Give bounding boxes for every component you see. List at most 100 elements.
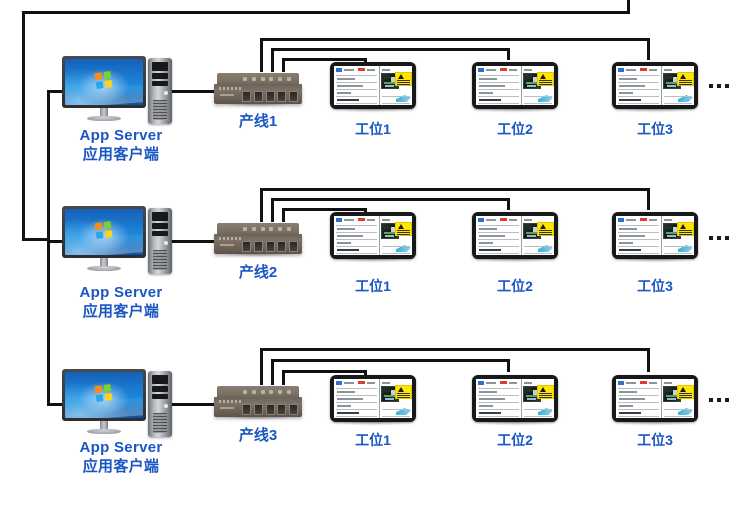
- app-server-1-label-en: App Server: [79, 127, 163, 144]
- row-2-bracket-3-left: [260, 188, 263, 222]
- row-1-more-stations-ellipsis: [709, 84, 729, 88]
- app-server-1[interactable]: [62, 56, 174, 126]
- backbone-top-right-stub: [627, 0, 630, 13]
- monitor-2: [62, 206, 146, 258]
- row-2-bracket-3-right: [647, 188, 650, 210]
- station-terminal-1-3[interactable]: [612, 62, 698, 114]
- station-terminal-3-1[interactable]: [330, 375, 416, 427]
- app-server-1-label-cn: 应用客户端: [82, 146, 160, 163]
- row-3-server-switch-link: [172, 403, 214, 406]
- switch-1-led-indicators: [243, 77, 291, 81]
- terminal-doc-left: [616, 379, 663, 418]
- power-button-icon: [164, 91, 168, 95]
- monitor-1-stand-base: [87, 116, 121, 121]
- warning-label-icon: [537, 222, 554, 236]
- terminal-doc-left: [616, 216, 663, 255]
- row-3-bracket-3-right: [647, 348, 650, 372]
- production-line-2-label: 产线2: [238, 264, 278, 281]
- switch-2-ports: [242, 241, 298, 252]
- warning-label-icon: [677, 222, 694, 236]
- windows-logo-icon: [94, 71, 113, 89]
- terminal-doc-right: [662, 216, 694, 255]
- app-server-2-label-cn: 应用客户端: [82, 303, 160, 320]
- terminal-screen: [476, 379, 554, 418]
- app-server-2[interactable]: [62, 206, 174, 276]
- terminal-bezel: [330, 212, 416, 259]
- terminal-doc-left: [334, 216, 381, 255]
- terminal-doc-right: [662, 379, 694, 418]
- row-3-bracket-1-top: [282, 370, 367, 373]
- row-2-bracket-3-top: [260, 188, 650, 191]
- terminal-screen: [616, 379, 694, 418]
- backbone-top-horizontal: [22, 11, 630, 14]
- terminal-doc-right: [522, 379, 554, 418]
- switch-3-led-indicators: [243, 390, 291, 394]
- terminal-doc-right: [380, 66, 412, 105]
- monitor-1-screen: [65, 59, 143, 105]
- terminal-bezel: [472, 62, 558, 109]
- network-switch-2[interactable]: [214, 223, 302, 257]
- terminal-doc-left: [476, 379, 523, 418]
- terminal-doc-left: [334, 66, 381, 105]
- station-terminal-3-2[interactable]: [472, 375, 558, 427]
- monitor-3-stand-base: [87, 429, 121, 434]
- terminal-screen: [616, 216, 694, 255]
- terminal-doc-right: [380, 379, 412, 418]
- station-1-1-label: 工位1: [355, 121, 391, 137]
- row-1-bracket-2-right: [507, 48, 510, 60]
- app-server-3-label: App Server 应用客户端: [62, 438, 180, 476]
- monitor-3: [62, 369, 146, 421]
- terminal-doc-left: [476, 216, 523, 255]
- station-terminal-2-2[interactable]: [472, 212, 558, 264]
- switch-3-front-panel: [214, 397, 302, 417]
- switch-1-front-panel: [214, 84, 302, 104]
- station-3-1-label: 工位1: [355, 432, 391, 448]
- pc-tower-2: [148, 208, 172, 274]
- monitor-2-stand-base: [87, 266, 121, 271]
- terminal-doc-right: [522, 216, 554, 255]
- terminal-bezel: [472, 375, 558, 422]
- backbone-left-outer-bottom: [22, 238, 50, 241]
- switch-3-ports: [242, 404, 298, 415]
- warning-label-icon: [395, 385, 412, 399]
- row-1-bracket-2-left: [271, 48, 274, 72]
- row-1-bracket-3-right: [647, 38, 650, 60]
- app-server-1-label: App Server 应用客户端: [62, 126, 180, 164]
- row-3-bracket-2-left: [271, 359, 274, 385]
- warning-label-icon: [395, 222, 412, 236]
- network-switch-3[interactable]: [214, 386, 302, 420]
- network-topology-diagram: App Server 应用客户端 产线1 工位1 工位2 工位3 App Ser…: [0, 0, 750, 526]
- warning-label-icon: [395, 72, 412, 86]
- warning-label-icon: [677, 385, 694, 399]
- terminal-screen: [476, 66, 554, 105]
- station-3-2-label: 工位2: [497, 432, 533, 448]
- row-2-bracket-2-left: [271, 198, 274, 222]
- terminal-bezel: [472, 212, 558, 259]
- app-server-2-label-en: App Server: [79, 284, 163, 301]
- station-terminal-3-3[interactable]: [612, 375, 698, 427]
- row-2-server-switch-link: [172, 240, 214, 243]
- network-switch-1[interactable]: [214, 73, 302, 107]
- station-terminal-1-2[interactable]: [472, 62, 558, 114]
- backbone-left-outer-vertical: [22, 11, 25, 241]
- station-terminal-2-1[interactable]: [330, 212, 416, 264]
- switch-1-ports: [242, 91, 298, 102]
- station-terminal-1-1[interactable]: [330, 62, 416, 114]
- production-line-3-label: 产线3: [238, 427, 278, 444]
- row-3-bracket-2-top: [271, 359, 510, 362]
- terminal-doc-left: [616, 66, 663, 105]
- terminal-doc-right: [380, 216, 412, 255]
- row-3-bracket-3-top: [260, 348, 650, 351]
- station-terminal-2-3[interactable]: [612, 212, 698, 264]
- row-1-server-switch-link: [172, 90, 214, 93]
- row-3-more-stations-ellipsis: [709, 398, 729, 402]
- station-2-3-label: 工位3: [637, 278, 673, 294]
- row-2-bracket-2-top: [271, 198, 510, 201]
- production-line-1-label: 产线1: [238, 113, 278, 130]
- terminal-doc-left: [334, 379, 381, 418]
- station-1-3-label: 工位3: [637, 121, 673, 137]
- terminal-bezel: [612, 375, 698, 422]
- terminal-screen: [476, 216, 554, 255]
- warning-label-icon: [537, 72, 554, 86]
- app-server-3[interactable]: [62, 369, 174, 439]
